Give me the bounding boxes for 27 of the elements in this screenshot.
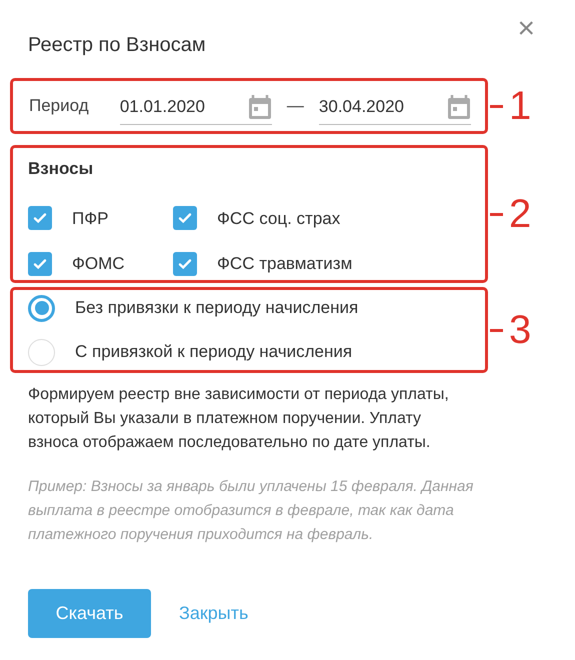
period-label: Период <box>29 95 90 118</box>
annotation-number: 1 <box>509 86 532 126</box>
date-field[interactable]: 01.01.2020 <box>120 94 272 124</box>
calendar-icon[interactable] <box>248 94 272 120</box>
annotation-number: 3 <box>509 310 532 350</box>
checkbox-label: ФСС травматизм <box>217 253 352 275</box>
dialog-title: Реестр по Взносам <box>28 33 206 58</box>
checkbox-label: ФСС соц. страх <box>217 208 340 230</box>
radio-button[interactable] <box>28 294 55 322</box>
radio-label: Без привязки к периоду начисления <box>75 297 358 320</box>
checkbox-label: ФОМС <box>72 253 125 275</box>
annotation-number: 2 <box>509 194 532 234</box>
description-text: Формируем реестр вне зависимости от периода уплаты, который Вы указали в платежном поручении. Уплату взноса отображаем последовательно по дате уплаты. <box>27 385 450 453</box>
download-button[interactable]: Скачать <box>28 589 151 638</box>
checkbox[interactable] <box>173 206 197 230</box>
calendar-icon[interactable] <box>447 94 471 120</box>
section-heading: Взносы <box>28 158 94 180</box>
checkbox[interactable] <box>173 252 197 276</box>
radio-label: С привязкой к периоду начисления <box>75 341 352 364</box>
checkbox[interactable] <box>28 252 52 276</box>
example-text: Пример: Взносы за январь были уплачены 15 февраля. Данная выплата в реестре отобразится в феврале, так как дата платежного поручения приходится на февраль. <box>27 477 474 545</box>
checkbox[interactable] <box>28 206 52 230</box>
date-field[interactable]: 30.04.2020 <box>318 94 471 124</box>
checkbox-label: ПФР <box>72 208 108 230</box>
close-button[interactable]: × <box>517 14 535 44</box>
date-separator: — <box>286 95 304 118</box>
close-link[interactable]: Закрыть <box>179 600 248 627</box>
